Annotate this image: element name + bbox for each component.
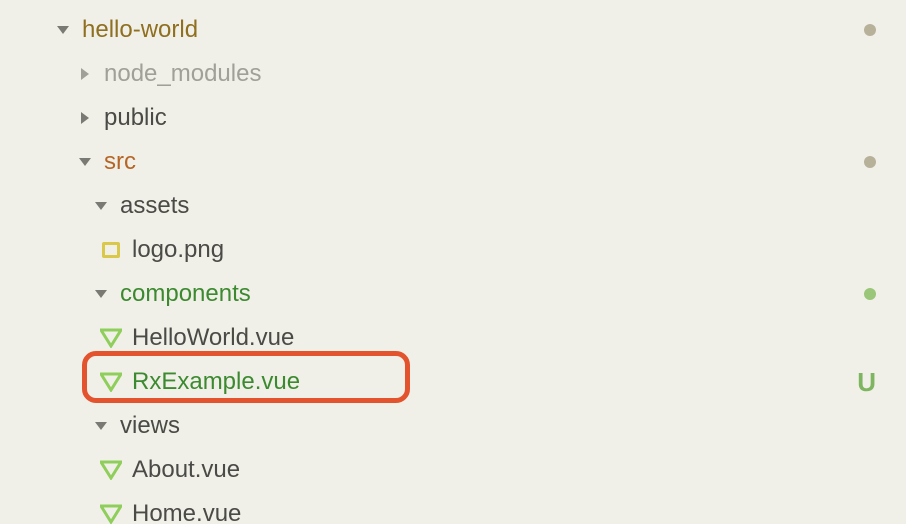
vue-file-icon xyxy=(100,460,122,480)
modified-dot-icon xyxy=(864,288,876,300)
tree-item-label: logo.png xyxy=(132,236,224,264)
tree-item-label: views xyxy=(120,412,180,440)
vue-file-icon xyxy=(100,328,122,348)
tree-item-node-modules[interactable]: node_modules xyxy=(0,52,906,96)
file-tree: hello-world node_modules public src asse… xyxy=(0,0,906,524)
modified-dot-icon xyxy=(864,156,876,168)
vue-file-icon xyxy=(100,372,122,392)
tree-item-label: RxExample.vue xyxy=(132,368,300,396)
chevron-right-icon xyxy=(76,67,94,81)
tree-item-label: assets xyxy=(120,192,189,220)
tree-item-logo-png[interactable]: logo.png xyxy=(0,228,906,272)
tree-item-hello-world-vue[interactable]: HelloWorld.vue xyxy=(0,316,906,360)
chevron-down-icon xyxy=(76,157,94,167)
modified-dot-icon xyxy=(864,24,876,36)
tree-item-label: node_modules xyxy=(104,60,261,88)
chevron-down-icon xyxy=(54,25,72,35)
tree-item-src[interactable]: src xyxy=(0,140,906,184)
tree-item-label: About.vue xyxy=(132,456,240,484)
tree-item-label: public xyxy=(104,104,167,132)
tree-item-assets[interactable]: assets xyxy=(0,184,906,228)
chevron-down-icon xyxy=(92,289,110,299)
tree-item-label: components xyxy=(120,280,251,308)
tree-item-label: hello-world xyxy=(82,16,198,44)
tree-item-components[interactable]: components xyxy=(0,272,906,316)
status-indicator xyxy=(864,288,876,300)
tree-item-rx-example-vue[interactable]: RxExample.vue U xyxy=(0,360,906,404)
tree-item-views[interactable]: views xyxy=(0,404,906,448)
tree-item-label: HelloWorld.vue xyxy=(132,324,294,352)
status-indicator xyxy=(864,156,876,168)
chevron-down-icon xyxy=(92,421,110,431)
tree-item-label: src xyxy=(104,148,136,176)
tree-item-about-vue[interactable]: About.vue xyxy=(0,448,906,492)
chevron-right-icon xyxy=(76,111,94,125)
status-indicator xyxy=(864,24,876,36)
vue-file-icon xyxy=(100,504,122,524)
tree-item-label: Home.vue xyxy=(132,500,241,524)
untracked-status: U xyxy=(857,367,876,398)
chevron-down-icon xyxy=(92,201,110,211)
tree-item-hello-world[interactable]: hello-world xyxy=(0,8,906,52)
image-file-icon xyxy=(100,240,122,260)
tree-item-public[interactable]: public xyxy=(0,96,906,140)
tree-item-home-vue[interactable]: Home.vue xyxy=(0,492,906,524)
